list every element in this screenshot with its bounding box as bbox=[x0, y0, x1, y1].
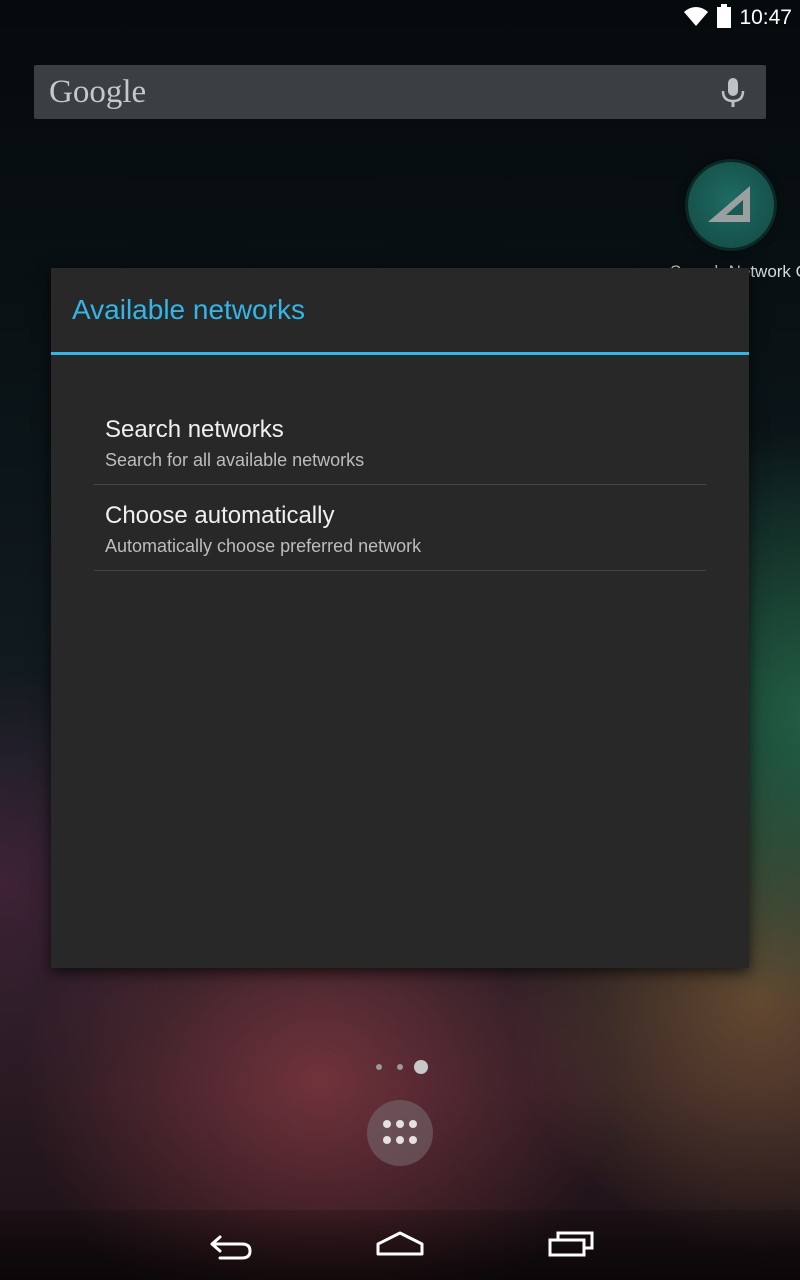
pref-title: Choose automatically bbox=[105, 502, 335, 529]
page-indicator bbox=[370, 1060, 430, 1074]
signal-triangle-icon bbox=[708, 186, 750, 222]
dialog-title-divider bbox=[51, 352, 749, 355]
choose-automatically-item[interactable]: Choose automatically Automatically choos… bbox=[94, 484, 706, 571]
search-networks-item[interactable]: Search networks Search for all available… bbox=[94, 398, 706, 485]
status-icons: 10:47 bbox=[683, 4, 792, 32]
status-bar: 10:47 bbox=[0, 0, 800, 36]
mic-icon[interactable] bbox=[720, 77, 746, 113]
google-logo: Google bbox=[49, 73, 147, 110]
navigation-bar bbox=[0, 1210, 800, 1280]
search-network-app-icon[interactable] bbox=[688, 162, 774, 248]
home-icon bbox=[376, 1231, 424, 1256]
home-button[interactable] bbox=[370, 1220, 430, 1270]
page-dot-current bbox=[414, 1060, 428, 1074]
page-dot bbox=[397, 1064, 403, 1070]
app-drawer-button[interactable] bbox=[367, 1100, 433, 1166]
home-screen: 10:47 Google Search Network O Available … bbox=[0, 0, 800, 1280]
all-apps-icon bbox=[383, 1120, 417, 1144]
recents-icon bbox=[548, 1231, 594, 1257]
wifi-icon bbox=[683, 5, 709, 31]
available-networks-dialog: Available networks Search networks Searc… bbox=[51, 268, 749, 968]
pref-title: Search networks bbox=[105, 416, 284, 443]
dialog-title: Available networks bbox=[72, 294, 305, 325]
back-button[interactable] bbox=[200, 1220, 260, 1270]
recents-button[interactable] bbox=[540, 1220, 600, 1270]
battery-icon bbox=[717, 4, 732, 32]
status-time: 10:47 bbox=[739, 6, 792, 29]
back-icon bbox=[210, 1235, 252, 1260]
pref-summary: Automatically choose preferred network bbox=[105, 536, 422, 556]
page-dot bbox=[376, 1064, 382, 1070]
pref-summary: Search for all available networks bbox=[105, 450, 365, 470]
google-search-bar[interactable]: Google bbox=[34, 65, 766, 119]
